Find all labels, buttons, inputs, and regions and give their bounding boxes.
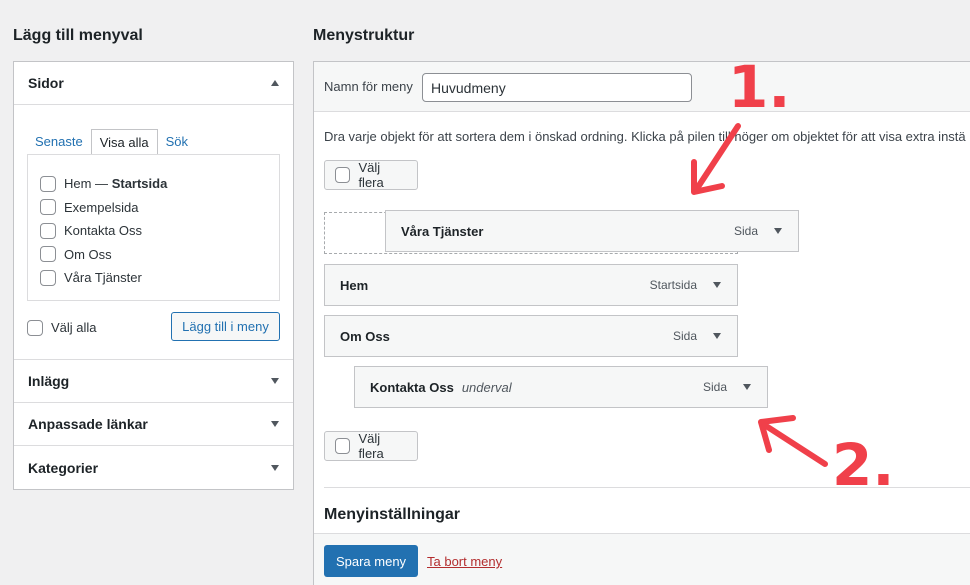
tab-senaste[interactable]: Senaste — [27, 129, 91, 155]
checkbox[interactable] — [40, 222, 56, 239]
chevron-down-icon[interactable] — [271, 421, 279, 427]
menu-item-child[interactable]: Kontakta Oss underval Sida — [354, 366, 768, 408]
list-item: Våra Tjänster — [40, 266, 267, 290]
select-all-checkbox[interactable] — [27, 319, 43, 336]
menu-item-title: Om Oss — [340, 328, 390, 344]
item-label: Exempelsida — [64, 199, 139, 215]
select-all-label: Välj alla — [51, 320, 97, 336]
menu-item-subitem-label: underval — [461, 379, 512, 395]
chevron-down-icon[interactable] — [713, 282, 721, 288]
item-label: Kontakta Oss — [64, 223, 143, 239]
section-title: Kategorier — [28, 459, 99, 476]
save-menu-button[interactable]: Spara meny — [324, 545, 418, 577]
menu-item[interactable]: Hem Startsida — [324, 264, 738, 306]
chevron-down-icon[interactable] — [271, 464, 279, 471]
select-multiple-label: Välj flera — [358, 431, 384, 461]
pages-section-header[interactable]: Sidor — [14, 62, 293, 105]
menu-name-label: Namn för meny — [324, 79, 413, 94]
chevron-down-icon[interactable] — [271, 378, 279, 384]
annotation-number-1: 1. — [728, 53, 791, 121]
menu-item-title: Kontakta Oss — [370, 379, 454, 395]
annotation-number-2: 2. — [832, 431, 895, 499]
menu-item-type: Sida — [702, 380, 727, 394]
menu-item-title: Hem — [340, 277, 369, 293]
list-item: Hem — Startsida — [40, 172, 267, 196]
menu-item-type: Sida — [733, 224, 758, 238]
categories-section-header[interactable]: Kategorier — [14, 446, 293, 489]
annotation-arrow-2-icon — [758, 415, 828, 467]
list-item: Kontakta Oss — [40, 219, 267, 243]
pages-tabs: Senaste Visa alla Sök — [27, 129, 196, 155]
checkbox[interactable] — [40, 269, 56, 286]
list-item: Om Oss — [40, 243, 267, 267]
tab-visa-alla[interactable]: Visa alla — [90, 129, 158, 155]
chevron-down-icon[interactable] — [713, 333, 721, 339]
select-multiple-button[interactable]: Välj flera — [324, 160, 418, 190]
select-all: Välj alla — [27, 316, 97, 340]
item-label: Våra Tjänster — [64, 270, 142, 286]
checkbox[interactable] — [40, 246, 56, 263]
posts-section-header[interactable]: Inlägg — [14, 360, 293, 403]
delete-menu-link[interactable]: Ta bort meny — [427, 554, 502, 569]
select-multiple-label: Välj flera — [358, 160, 384, 190]
tab-sok[interactable]: Sök — [158, 129, 196, 155]
chevron-down-icon[interactable] — [774, 228, 782, 234]
item-badge: Startsida — [111, 176, 168, 192]
pages-checklist: Hem — Startsida Exempelsida Kontakta Oss… — [27, 154, 280, 301]
section-title: Inlägg — [28, 373, 70, 389]
collapse-up-icon[interactable] — [271, 80, 279, 86]
checkbox[interactable] — [335, 438, 351, 454]
checkbox[interactable] — [335, 167, 351, 183]
menu-name-input[interactable] — [422, 73, 692, 102]
custom-links-section-header[interactable]: Anpassade länkar — [14, 403, 293, 446]
chevron-down-icon[interactable] — [743, 384, 751, 390]
checkbox[interactable] — [40, 199, 56, 216]
menu-structure-heading: Menystruktur — [313, 27, 415, 44]
checkbox[interactable] — [40, 175, 56, 192]
menu-item-dragging[interactable]: Våra Tjänster Sida — [385, 210, 799, 252]
list-item: Exempelsida — [40, 196, 267, 220]
pages-section-title: Sidor — [28, 75, 64, 91]
item-label: Hem — — [64, 176, 109, 192]
menu-item-type: Startsida — [649, 278, 697, 292]
add-menu-items-heading: Lägg till menyval — [13, 27, 143, 44]
section-title: Anpassade länkar — [28, 416, 148, 432]
menu-settings-heading: Menyinställningar — [324, 506, 461, 523]
item-label: Om Oss — [64, 246, 112, 262]
select-multiple-button-bottom[interactable]: Välj flera — [324, 431, 418, 461]
add-to-menu-button[interactable]: Lägg till i meny — [171, 312, 280, 341]
menu-item-type: Sida — [672, 329, 697, 343]
annotation-arrow-1-icon — [691, 123, 741, 195]
instruction-text: Dra varje objekt för att sortera dem i ö… — [324, 129, 966, 144]
menu-item-title: Våra Tjänster — [401, 223, 484, 239]
menu-item[interactable]: Om Oss Sida — [324, 315, 738, 357]
